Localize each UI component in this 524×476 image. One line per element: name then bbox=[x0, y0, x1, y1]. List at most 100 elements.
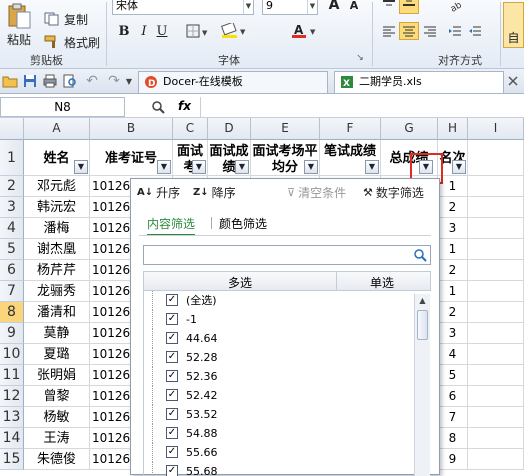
align-right-button[interactable] bbox=[421, 22, 439, 40]
filter-search-input[interactable] bbox=[144, 246, 404, 264]
grow-font-button[interactable]: A bbox=[326, 0, 342, 14]
row-header[interactable]: 9 bbox=[0, 323, 24, 344]
checkbox[interactable]: ✓ bbox=[166, 313, 178, 325]
empty-cell[interactable] bbox=[468, 302, 524, 323]
empty-cell[interactable] bbox=[468, 197, 524, 218]
font-color-button[interactable]: A ▼ bbox=[290, 22, 320, 40]
empty-cell[interactable] bbox=[468, 386, 524, 407]
empty-cell[interactable] bbox=[468, 281, 524, 302]
rank-cell[interactable]: 3 bbox=[438, 323, 468, 344]
outdent-button[interactable] bbox=[466, 22, 484, 40]
format-painter-button[interactable]: 格式刷 bbox=[44, 33, 100, 51]
column-header-a[interactable]: A bbox=[24, 118, 90, 140]
paste-button[interactable]: 粘贴 bbox=[2, 2, 36, 48]
name-cell[interactable]: 杨敏 bbox=[24, 407, 90, 428]
fill-color-button[interactable]: ▼ bbox=[220, 22, 250, 40]
rank-cell[interactable]: 2 bbox=[438, 302, 468, 323]
rank-cell[interactable]: 2 bbox=[438, 197, 468, 218]
single-select-column-label[interactable]: 单选 bbox=[370, 274, 394, 291]
filter-dropdown-button[interactable]: ▼ bbox=[365, 160, 379, 174]
header-exam-cell[interactable]: 准考证号 ▼ bbox=[90, 140, 173, 176]
filter-value-item[interactable]: ✓ 52.42 bbox=[144, 386, 413, 405]
name-cell[interactable]: 杨芹芹 bbox=[24, 260, 90, 281]
rank-cell[interactable]: 1 bbox=[438, 281, 468, 302]
empty-cell[interactable] bbox=[468, 239, 524, 260]
checkbox[interactable]: ✓ bbox=[166, 465, 178, 476]
filter-search-box[interactable] bbox=[143, 245, 431, 265]
rank-cell[interactable]: 6 bbox=[438, 386, 468, 407]
font-name-combo[interactable]: 宋体 ▼ bbox=[112, 0, 254, 15]
copy-button[interactable]: 复制 bbox=[44, 10, 88, 28]
name-cell[interactable]: 莫静 bbox=[24, 323, 90, 344]
row-header[interactable]: 14 bbox=[0, 428, 24, 449]
row-header[interactable]: 15 bbox=[0, 449, 24, 470]
save-button[interactable] bbox=[22, 73, 38, 89]
checkbox[interactable]: ✓ bbox=[166, 446, 178, 458]
filter-value-item[interactable]: ✓ 54.88 bbox=[144, 424, 413, 443]
column-header-f[interactable]: F bbox=[320, 118, 381, 140]
filter-value-item[interactable]: ✓ (全选) bbox=[144, 291, 413, 310]
name-cell[interactable]: 邓元彪 bbox=[24, 176, 90, 197]
column-header-c[interactable]: C bbox=[173, 118, 208, 140]
row-header[interactable]: 5 bbox=[0, 239, 24, 260]
empty-cell[interactable] bbox=[468, 323, 524, 344]
name-box[interactable]: N8 bbox=[0, 97, 125, 117]
filter-value-item[interactable]: ✓ 55.66 bbox=[144, 443, 413, 462]
checkbox[interactable]: ✓ bbox=[166, 370, 178, 382]
empty-cell[interactable] bbox=[468, 449, 524, 470]
column-header-g[interactable]: G bbox=[381, 118, 438, 140]
shrink-font-button[interactable]: A bbox=[346, 0, 362, 14]
tab-close-button[interactable] bbox=[506, 74, 520, 88]
name-cell[interactable]: 朱德俊 bbox=[24, 449, 90, 470]
column-header-b[interactable]: B bbox=[90, 118, 173, 140]
tab-color-filter[interactable]: 颜色筛选 bbox=[219, 215, 267, 232]
font-dialog-launcher[interactable]: ↘ bbox=[354, 52, 366, 64]
filter-dropdown-button[interactable]: ▼ bbox=[452, 160, 466, 174]
rank-cell[interactable]: 4 bbox=[438, 344, 468, 365]
scroll-up-button[interactable]: ▲ bbox=[415, 294, 430, 308]
empty-cell[interactable] bbox=[468, 218, 524, 239]
row-header[interactable]: 8 bbox=[0, 302, 24, 323]
name-cell[interactable]: 曾黎 bbox=[24, 386, 90, 407]
row-header[interactable]: 4 bbox=[0, 218, 24, 239]
function-search-button[interactable] bbox=[150, 99, 166, 115]
align-middle-button[interactable] bbox=[399, 0, 419, 14]
header-interview-score-cell[interactable]: 面试成绩 ▼ bbox=[208, 140, 251, 176]
name-cell[interactable]: 龙骊秀 bbox=[24, 281, 90, 302]
filter-dropdown-button[interactable]: ▼ bbox=[192, 160, 206, 174]
row-header-1[interactable]: 1 bbox=[0, 140, 24, 176]
align-top-button[interactable] bbox=[380, 0, 398, 14]
row-header[interactable]: 6 bbox=[0, 260, 24, 281]
underline-button[interactable]: U bbox=[154, 22, 170, 40]
name-cell[interactable]: 谢杰凰 bbox=[24, 239, 90, 260]
name-cell[interactable]: 韩沅宏 bbox=[24, 197, 90, 218]
row-header[interactable]: 3 bbox=[0, 197, 24, 218]
orientation-button[interactable]: ab bbox=[446, 0, 470, 14]
select-all-corner[interactable] bbox=[0, 118, 24, 140]
borders-button[interactable]: ▼ bbox=[184, 22, 212, 40]
row-header[interactable]: 7 bbox=[0, 281, 24, 302]
empty-cell[interactable] bbox=[468, 365, 524, 386]
filter-dropdown-button[interactable]: ▼ bbox=[157, 160, 171, 174]
rank-cell[interactable]: 9 bbox=[438, 449, 468, 470]
filter-value-item[interactable]: ✓ 52.36 bbox=[144, 367, 413, 386]
filter-dropdown-button[interactable]: ▼ bbox=[235, 160, 249, 174]
name-cell[interactable]: 潘梅 bbox=[24, 218, 90, 239]
checkbox[interactable]: ✓ bbox=[166, 332, 178, 344]
header-name-cell[interactable]: 姓名 ▼ bbox=[24, 140, 90, 176]
checkbox[interactable]: ✓ bbox=[166, 351, 178, 363]
row-header[interactable]: 12 bbox=[0, 386, 24, 407]
quick-access-menu-button[interactable]: ▼ bbox=[124, 73, 134, 89]
scroll-thumb[interactable] bbox=[417, 310, 428, 340]
filter-value-item[interactable]: ✓ 55.68 bbox=[144, 462, 413, 476]
name-cell[interactable]: 潘清和 bbox=[24, 302, 90, 323]
checkbox[interactable]: ✓ bbox=[166, 389, 178, 401]
empty-cell[interactable] bbox=[468, 260, 524, 281]
rank-cell[interactable]: 7 bbox=[438, 407, 468, 428]
number-filter-button[interactable]: ⚒ 数字筛选 bbox=[363, 183, 424, 201]
indent-button[interactable] bbox=[446, 22, 464, 40]
italic-button[interactable]: I bbox=[136, 22, 152, 40]
row-header[interactable]: 13 bbox=[0, 407, 24, 428]
filter-dropdown-button[interactable]: ▼ bbox=[304, 160, 318, 174]
rank-cell[interactable]: 5 bbox=[438, 365, 468, 386]
